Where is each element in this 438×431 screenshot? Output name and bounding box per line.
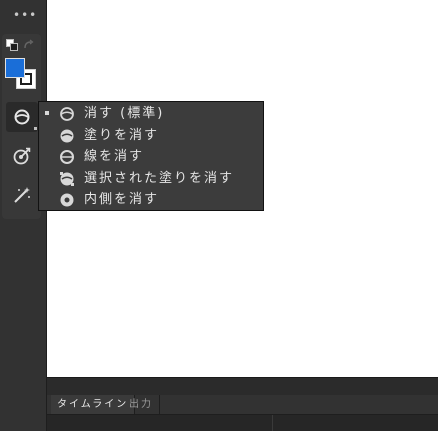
timeline-panel: タイムライン 出力: [47, 377, 438, 431]
app-window: ••• 消す (標準) 塗りを消す 線を消す 選択された塗りを消す 内側を消す …: [0, 0, 438, 431]
eraser-tool-button[interactable]: [6, 102, 38, 132]
panel-tabbar: タイムライン 出力: [47, 395, 438, 415]
magic-wand-icon: [14, 187, 30, 203]
erase-lines-icon: [60, 150, 74, 165]
menu-item-erase-inside[interactable]: 内側を消す: [39, 189, 263, 211]
tools-panel: •••: [0, 0, 47, 431]
tool-group: [2, 34, 41, 219]
fill-color-swatch[interactable]: [5, 58, 25, 78]
selected-indicator: [45, 111, 49, 115]
default-colors-icon[interactable]: [6, 39, 18, 51]
paint-target-icon: [13, 147, 31, 165]
menu-item-erase-lines[interactable]: 線を消す: [39, 146, 263, 168]
tool-submenu-indicator: [34, 127, 37, 130]
magic-wand-tool-button[interactable]: [6, 180, 38, 210]
menu-item-label: 選択された塗りを消す: [84, 170, 235, 186]
menu-item-label: 内側を消す: [84, 192, 160, 208]
menu-item-label: 塗りを消す: [84, 127, 160, 143]
swap-colors-icon[interactable]: [23, 39, 35, 51]
erase-fills-icon: [60, 129, 74, 143]
menu-item-erase-normal[interactable]: 消す (標準): [39, 103, 263, 125]
erase-selected-fills-icon: [60, 171, 74, 186]
menu-item-erase-selected-fills[interactable]: 選択された塗りを消す: [39, 168, 263, 190]
menu-item-label: 消す (標準): [84, 106, 165, 121]
more-options-icon[interactable]: •••: [13, 9, 37, 21]
eraser-icon: [14, 109, 30, 125]
paint-bucket-tool-button[interactable]: [6, 141, 38, 171]
timeline-divider: [272, 415, 273, 431]
eraser-mode-menu: 消す (標準) 塗りを消す 線を消す 選択された塗りを消す 内側を消す: [38, 101, 264, 211]
tab-output[interactable]: 出力: [123, 395, 160, 414]
color-swatches: [5, 58, 39, 92]
erase-normal-icon: [60, 107, 74, 121]
menu-item-label: 線を消す: [84, 149, 145, 165]
erase-inside-icon: [60, 193, 74, 207]
menu-item-erase-fills[interactable]: 塗りを消す: [39, 125, 263, 147]
timeline-content: [47, 415, 438, 431]
